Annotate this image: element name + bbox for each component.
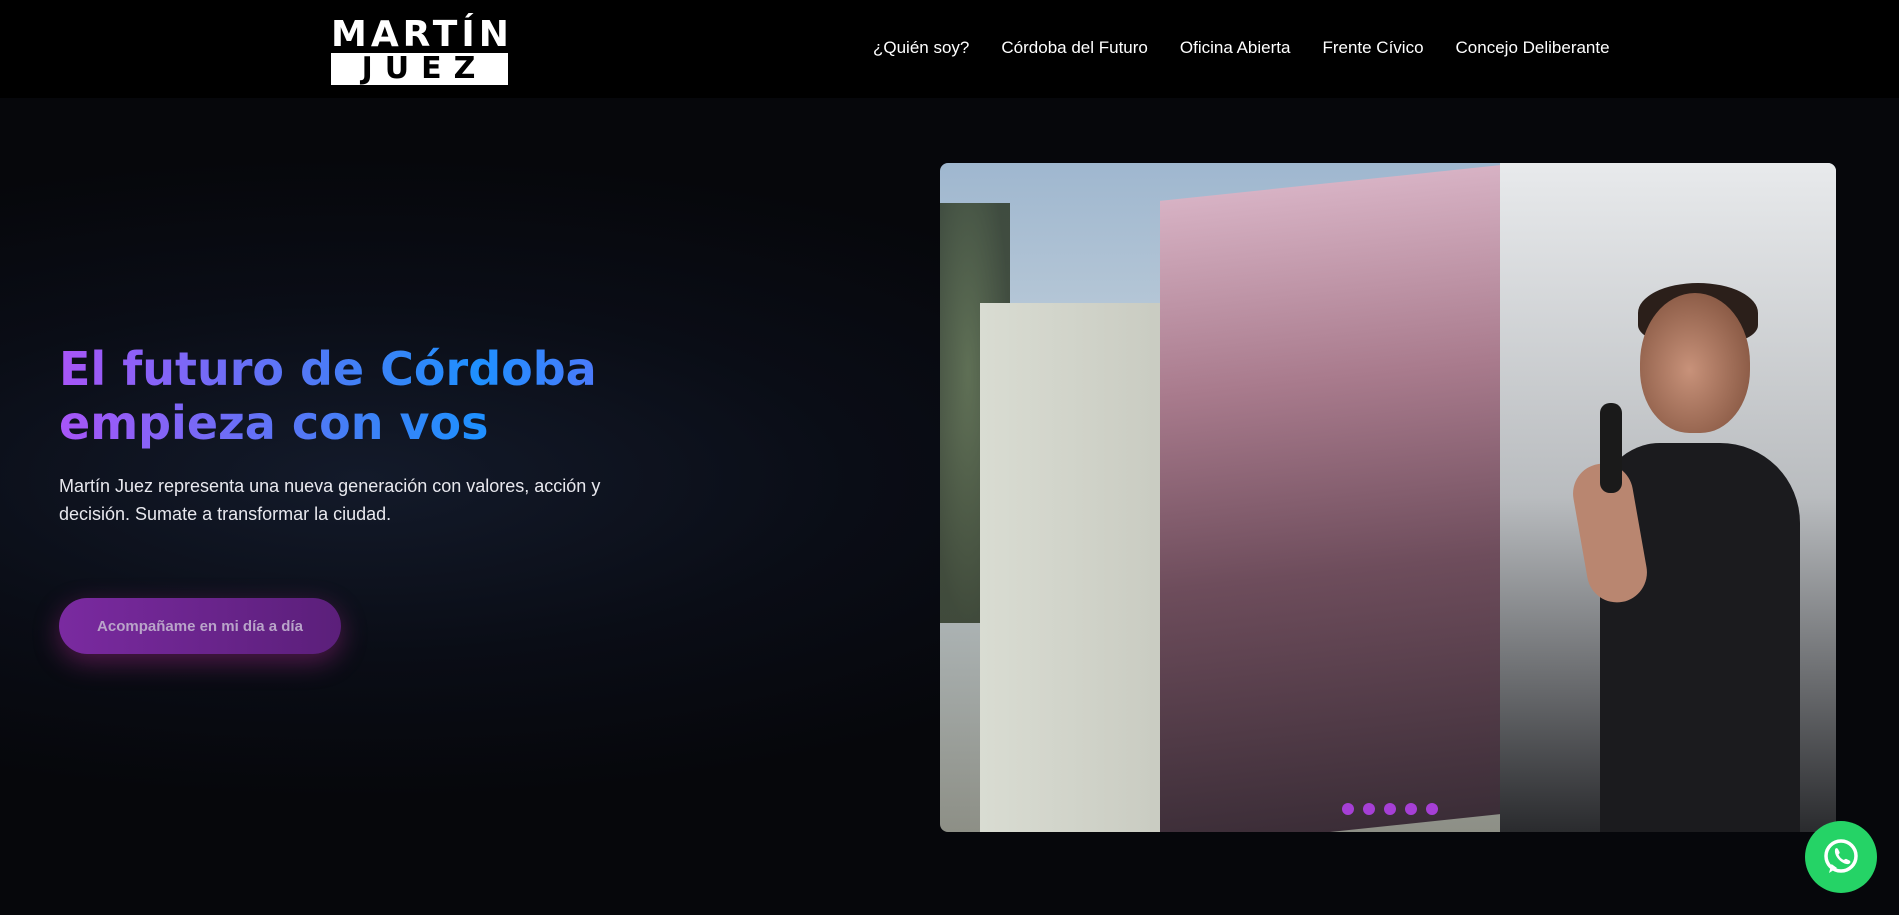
- site-logo[interactable]: MARTÍN JUEZ: [331, 14, 513, 85]
- slider-dot-4[interactable]: [1405, 803, 1417, 815]
- slider-dots: [1342, 803, 1438, 815]
- nav-item-frente-civico[interactable]: Frente Cívico: [1322, 38, 1423, 58]
- slider-dot-3[interactable]: [1384, 803, 1396, 815]
- logo-first-name: MARTÍN: [331, 14, 513, 55]
- nav-item-oficina-abierta[interactable]: Oficina Abierta: [1180, 38, 1291, 58]
- nav-item-quien-soy[interactable]: ¿Quién soy?: [873, 38, 969, 58]
- nav-item-cordoba-del-futuro[interactable]: Córdoba del Futuro: [1001, 38, 1147, 58]
- hero-image-slider[interactable]: [940, 163, 1836, 832]
- slider-dot-2[interactable]: [1363, 803, 1375, 815]
- logo-last-name: JUEZ: [331, 53, 508, 85]
- headline-line-2: empieza con vos: [59, 396, 489, 450]
- whatsapp-button[interactable]: [1805, 821, 1877, 893]
- follow-my-day-button[interactable]: Acompañame en mi día a día: [59, 598, 341, 654]
- headline-line-1: El futuro de Córdoba: [59, 342, 597, 396]
- hero-subtitle: Martín Juez representa una nueva generac…: [59, 476, 601, 524]
- hero-headline: El futuro de Córdoba empieza con vos: [59, 342, 759, 450]
- slide-photo-speaker: [1560, 283, 1820, 832]
- speaker-head: [1640, 293, 1750, 433]
- nav-item-concejo-deliberante[interactable]: Concejo Deliberante: [1456, 38, 1610, 58]
- slider-dot-1[interactable]: [1342, 803, 1354, 815]
- slide-photo-led-screen: [1160, 165, 1500, 832]
- slider-dot-5[interactable]: [1426, 803, 1438, 815]
- microphone: [1600, 403, 1622, 493]
- main-nav: ¿Quién soy? Córdoba del Futuro Oficina A…: [873, 38, 1610, 58]
- whatsapp-icon: [1824, 839, 1858, 873]
- top-navbar: MARTÍN JUEZ ¿Quién soy? Córdoba del Futu…: [0, 0, 1899, 98]
